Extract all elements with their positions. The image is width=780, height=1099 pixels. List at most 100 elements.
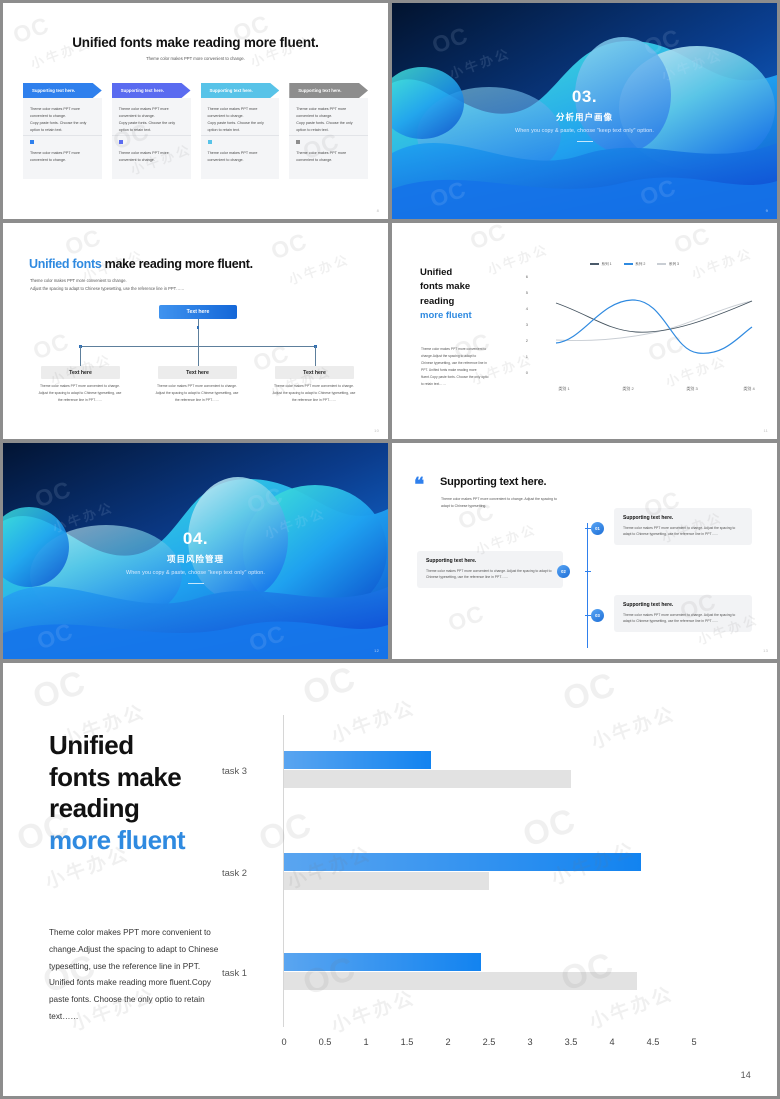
- bar-grey-task-3: [284, 770, 571, 788]
- org-node[interactable]: Text here: [275, 366, 354, 379]
- xtick-8: 4: [609, 1037, 615, 1047]
- connector-vertical: [315, 346, 316, 366]
- slide-grid: OC 小牛办公 OC 小牛办公 OC 小牛办公 OC Unified fonts…: [0, 0, 780, 1099]
- arrow-columns: Supporting text here. Theme color makes …: [23, 83, 368, 179]
- svg-text:5: 5: [526, 290, 529, 295]
- arrow-header: Supporting text here.: [23, 83, 102, 98]
- slide-thumbnail-arrows[interactable]: OC 小牛办公 OC 小牛办公 OC 小牛办公 OC Unified fonts…: [3, 3, 388, 219]
- org-node-caption: Theme color makes PPT more convenient to…: [155, 384, 239, 402]
- arrow-column[interactable]: Supporting text here. Theme color makes …: [23, 83, 102, 179]
- slide-thumbnail-section-03[interactable]: OC 小牛办公 OC 小牛办公 OC OC 03. 分析用户画像 When yo…: [392, 3, 777, 219]
- arrow-body-text: Theme color makes PPT more convenient to…: [296, 107, 353, 132]
- arrow-body-text: Theme color makes PPT more convenient to…: [30, 107, 87, 132]
- org-node-root[interactable]: Text here: [159, 305, 237, 319]
- title-line-3: reading: [49, 793, 140, 824]
- page-number: 13: [763, 648, 768, 653]
- arrow-body: Theme color makes PPT more convenient to…: [111, 98, 191, 179]
- xtick-7: 3.5: [564, 1037, 578, 1047]
- legend-item-series-1: 系列 1: [590, 262, 612, 267]
- arrow-header: Supporting text here.: [289, 83, 368, 98]
- slide-thumbnail-quote-timeline[interactable]: OC 小牛办公 OC 小牛办公 OC 小牛办公 OC ❝ Supporting …: [392, 443, 777, 659]
- svg-text:4: 4: [526, 306, 529, 311]
- page-number: 11: [763, 428, 768, 433]
- arrow-header-label: Supporting text here.: [298, 88, 342, 93]
- org-node-caption: Theme color makes PPT more convenient to…: [38, 384, 122, 402]
- legend-item-series-2: 系列 2: [623, 262, 645, 267]
- timeline-card[interactable]: Supporting text here. Theme color makes …: [417, 551, 563, 588]
- section-heading-block: 03. 分析用户画像 When you copy & paste, choose…: [392, 87, 777, 142]
- slide-barchart[interactable]: OC 小牛办公 OC 小牛办公 OC 小牛办公 OC 小牛办公 OC 小牛办公 …: [3, 663, 777, 1096]
- timeline-axis: [587, 523, 588, 648]
- bar-grey-task-1: [284, 972, 637, 990]
- arrow-header-label: Supporting text here.: [120, 88, 164, 93]
- timeline-card[interactable]: Supporting text here. Theme color makes …: [614, 595, 752, 632]
- slide-subtitle: Theme color makes PPT more convenient to…: [441, 497, 557, 508]
- connector-vertical: [80, 346, 81, 366]
- slide-subtitle: Theme color makes PPT more convenient to…: [146, 56, 245, 61]
- page-number: 14: [740, 1070, 751, 1080]
- arrow-header: Supporting text here.: [201, 83, 280, 98]
- bar-chart: task 3 task 2 task 1 0 0.5 1 1.5 2 2.5 3…: [222, 715, 749, 1065]
- bar-category-label: task 1: [221, 967, 247, 978]
- slide-body-text: Theme color makes PPT more convenient to…: [421, 347, 489, 386]
- org-node-caption: Theme color makes PPT more convenient to…: [272, 384, 356, 402]
- section-number: 03.: [571, 87, 598, 106]
- title-rest: make reading more fluent.: [101, 257, 253, 271]
- org-node[interactable]: Text here: [158, 366, 237, 379]
- slide-thumbnail-orgchart[interactable]: OC 小牛办公 OC 小牛办公 OC 小牛办公 OC 小牛办公 Unified …: [3, 223, 388, 439]
- xtick-3: 1.5: [400, 1037, 414, 1047]
- page-number: 9: [765, 208, 768, 213]
- slide-title: Unified fonts make reading more fluent: [420, 266, 472, 323]
- arrow-column[interactable]: Supporting text here. Theme color makes …: [200, 83, 280, 179]
- xtick-3: 类别 4: [743, 385, 755, 391]
- timeline-card-body: Theme color makes PPT more convenient to…: [426, 568, 552, 580]
- bar-category-label: task 2: [221, 867, 247, 878]
- section-heading-block: 04. 项目风险管理 When you copy & paste, choose…: [3, 529, 388, 584]
- xtick-10: 5: [691, 1037, 697, 1047]
- bar-blue-task-2: [284, 853, 641, 871]
- timeline-badge[interactable]: 02: [557, 565, 570, 578]
- arrow-column[interactable]: Supporting text here. Theme color makes …: [111, 83, 191, 179]
- svg-text:2: 2: [526, 338, 529, 343]
- timeline-card-title: Supporting text here.: [623, 515, 674, 521]
- xtick-9: 4.5: [646, 1037, 660, 1047]
- line-chart: 系列 1 系列 2 系列 3 6 5 4 3 2 1 0 类别 1 类别 2 类…: [512, 257, 760, 412]
- page-number: 8: [376, 208, 379, 213]
- timeline-tick: [584, 615, 591, 616]
- arrow-body-text: Theme color makes PPT more convenient to…: [207, 107, 264, 132]
- org-node[interactable]: Text here: [41, 366, 120, 379]
- title-line-3: reading: [420, 295, 455, 307]
- timeline-card-body: Theme color makes PPT more convenient to…: [623, 525, 736, 537]
- section-subtitle-en: When you copy & paste, choose "keep text…: [126, 570, 265, 576]
- timeline-badge[interactable]: 01: [591, 522, 604, 535]
- divider: [289, 135, 368, 136]
- xtick-2: 类别 3: [686, 385, 698, 391]
- arrow-column[interactable]: Supporting text here. Theme color makes …: [289, 83, 368, 179]
- bar-category-label: task 3: [221, 765, 247, 776]
- slide-thumbnail-linechart[interactable]: OC 小牛办公 OC 小牛办公 OC 小牛办公 OC 小牛办公 Unified …: [392, 223, 777, 439]
- divider: [111, 135, 191, 136]
- slide-subtitle: Theme color makes PPT more convenient to…: [30, 277, 184, 293]
- divider: [23, 135, 102, 136]
- slide-title: Unified fonts make reading more fluent.: [29, 257, 253, 271]
- title-line-4: more fluent: [49, 825, 186, 856]
- svg-text:6: 6: [526, 274, 529, 279]
- arrow-footer-text: Theme color makes PPT more convenient to…: [118, 151, 169, 163]
- svg-text:1: 1: [526, 354, 529, 359]
- timeline-tick: [584, 528, 591, 529]
- quote-icon: ❝: [414, 475, 425, 496]
- bar-grey-task-2: [284, 872, 489, 890]
- arrow-body-text: Theme color makes PPT more convenient to…: [118, 107, 176, 132]
- arrow-footer-text: Theme color makes PPT more convenient to…: [296, 151, 347, 163]
- timeline-badge[interactable]: 03: [591, 609, 604, 622]
- connector-vertical: [197, 346, 199, 366]
- timeline-card[interactable]: Supporting text here. Theme color makes …: [614, 508, 752, 545]
- xtick-1: 类别 2: [622, 385, 634, 391]
- watermark: OC 小牛办公 OC 小牛办公 OC 小牛办公 OC 小牛办公: [29, 223, 352, 400]
- arrow-header: Supporting text here.: [112, 83, 191, 98]
- title-line-4: more fluent: [420, 309, 472, 321]
- square-bullet-icon: [118, 140, 123, 145]
- xtick-2: 1: [363, 1037, 369, 1047]
- slide-title: Unified fonts make reading more fluent.: [72, 35, 319, 50]
- slide-thumbnail-section-04[interactable]: OC 小牛办公 OC 小牛办公 OC OC 04. 项目风险管理 When yo…: [3, 443, 388, 659]
